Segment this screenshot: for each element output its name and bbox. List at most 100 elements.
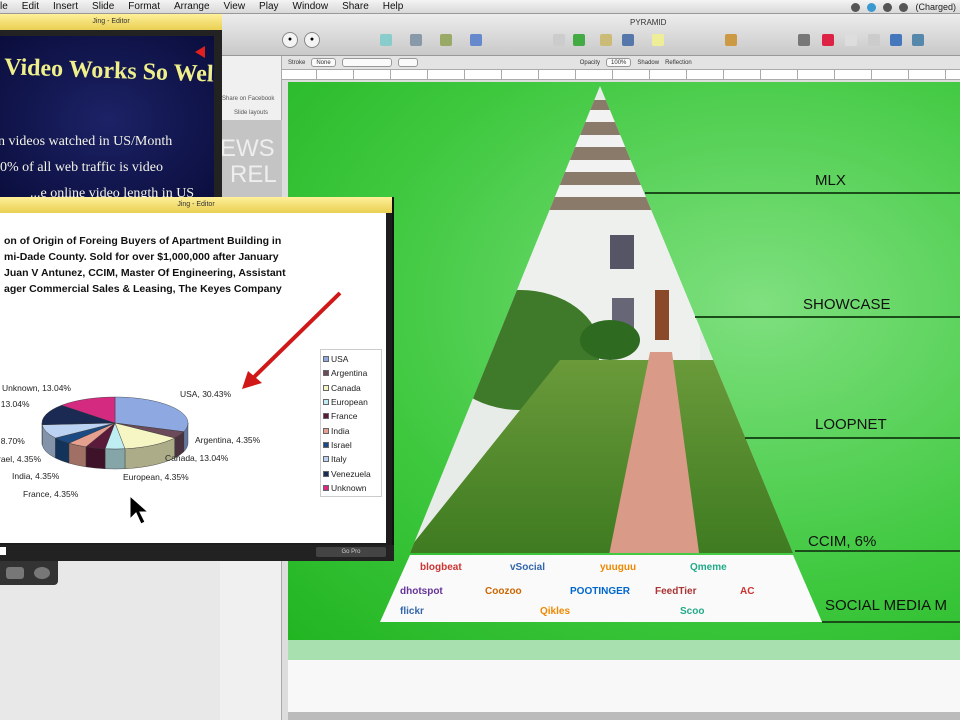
menu-bar: le Edit Insert Slide Format Arrange View Play Wi… xyxy=(0,0,960,14)
colors-icon[interactable] xyxy=(912,34,924,46)
menu-play[interactable]: Play xyxy=(259,1,278,12)
mouse-cursor-icon xyxy=(129,495,150,525)
table-icon[interactable] xyxy=(470,34,482,46)
stroke-select[interactable]: None xyxy=(311,58,336,67)
menu-share[interactable]: Share xyxy=(342,1,369,12)
opacity-label: Opacity xyxy=(579,59,601,66)
sidebar-text[interactable]: Slide layouts xyxy=(234,110,268,116)
charts-icon[interactable] xyxy=(622,34,634,46)
color-swatch[interactable] xyxy=(0,547,6,555)
legend-item: Venezuela xyxy=(323,466,379,480)
shapes-icon[interactable] xyxy=(573,34,585,46)
wifi-icon[interactable] xyxy=(883,2,893,12)
notes-area[interactable] xyxy=(288,660,960,712)
menu-format[interactable]: Format xyxy=(128,1,160,12)
view-icon[interactable] xyxy=(380,34,392,46)
legend-label: Venezuela xyxy=(331,468,371,479)
pyramid-label-social-media: SOCIAL MEDIA M xyxy=(825,597,947,614)
legend-swatch xyxy=(323,413,329,420)
pie-slice-side-france xyxy=(85,446,106,469)
menu-slide[interactable]: Slide xyxy=(92,1,114,12)
data-label: rael, 4.35% xyxy=(0,454,41,464)
data-label: USA, 30.43% xyxy=(180,389,232,399)
thumb-text: EWS xyxy=(220,135,275,162)
back-arrow-icon xyxy=(195,46,205,58)
format-bar: Stroke None Opacity 100% Shadow Reflecti… xyxy=(280,56,960,70)
data-label: , 8.70% xyxy=(0,436,25,446)
jing-bottom-bar: Go Pro xyxy=(0,545,394,561)
shadow-checkbox[interactable]: Shadow xyxy=(637,60,659,66)
data-label: India, 4.35% xyxy=(12,471,60,481)
media-icon[interactable] xyxy=(725,34,737,46)
pyramid-label-loopnet: LOOPNET xyxy=(815,416,887,433)
legend-label: European xyxy=(331,397,368,408)
menu-insert[interactable]: Insert xyxy=(53,1,78,12)
legend-item: Unknown xyxy=(323,481,379,495)
legend-item: Israel xyxy=(323,438,379,452)
horizontal-scrollbar[interactable] xyxy=(288,712,960,720)
comment-icon[interactable] xyxy=(652,34,664,46)
screen-icon[interactable] xyxy=(851,2,861,12)
legend-item: India xyxy=(323,423,379,437)
jing-editor-window: Jing - Editor Video Works So Well n vide… xyxy=(0,14,222,204)
slide-margin xyxy=(288,640,960,660)
legend-label: Italy xyxy=(331,454,347,465)
alpha-icon[interactable] xyxy=(822,34,834,46)
pyramid-label-showcase: SHOWCASE xyxy=(803,296,891,313)
slide-bullet: n videos watched in US/Month xyxy=(0,134,173,149)
data-label: European, 4.35% xyxy=(123,472,189,482)
reflection-checkbox[interactable]: Reflection xyxy=(665,60,692,66)
share-button[interactable] xyxy=(6,567,24,579)
legend-label: Israel xyxy=(331,439,352,450)
window-titlebar[interactable]: Jing - Editor xyxy=(0,14,222,30)
mask-icon[interactable] xyxy=(798,34,810,46)
back-icon[interactable] xyxy=(868,34,880,46)
menu-help[interactable]: Help xyxy=(383,1,404,12)
volume-icon[interactable] xyxy=(899,2,909,12)
pyramid-label-ccim: CCIM, 6% xyxy=(808,533,877,550)
menu-arrange[interactable]: Arrange xyxy=(174,1,210,12)
stroke-label: Stroke xyxy=(288,59,306,66)
chart-legend: USA Argentina Canada European France India Isr… xyxy=(320,349,382,497)
sidebar-text[interactable]: Share on Facebook xyxy=(222,96,274,102)
thumb-text: REL xyxy=(230,161,277,188)
pie-slice-side-european xyxy=(104,448,126,470)
front-icon[interactable] xyxy=(845,34,857,46)
level-divider xyxy=(695,316,960,318)
menu-view[interactable]: View xyxy=(224,1,246,12)
menu-edit[interactable]: Edit xyxy=(22,1,39,12)
window-titlebar[interactable]: Jing - Editor xyxy=(0,197,392,213)
keynote-toolbar: PYRAMID ● ● xyxy=(220,14,960,56)
legend-item: Italy xyxy=(323,452,379,466)
themes-icon[interactable] xyxy=(410,34,422,46)
data-label: , 13.04% xyxy=(0,399,30,409)
legend-swatch xyxy=(323,384,329,391)
globe-icon[interactable] xyxy=(34,567,50,579)
jing-icon[interactable] xyxy=(867,2,877,12)
status-menu: (Charged) xyxy=(851,0,956,14)
slide-heading: Video Works So Well xyxy=(3,54,214,88)
legend-label: Unknown xyxy=(331,482,367,493)
legend-swatch xyxy=(323,484,329,491)
masters-icon[interactable] xyxy=(440,34,452,46)
legend-swatch xyxy=(323,456,329,463)
play-button[interactable]: ● xyxy=(304,32,320,48)
level-divider xyxy=(745,437,960,439)
inspector-icon[interactable] xyxy=(890,34,902,46)
pie-slice-side-india xyxy=(68,442,87,468)
line-width-field[interactable] xyxy=(397,58,418,67)
line-style-select[interactable] xyxy=(341,58,392,67)
legend-item: Argentina xyxy=(323,366,379,380)
battery-status[interactable]: (Charged) xyxy=(915,2,956,12)
textbox-icon[interactable] xyxy=(553,34,565,46)
new-slide-button[interactable]: ● xyxy=(282,32,298,48)
data-label: Unknown, 13.04% xyxy=(2,383,71,393)
legend-label: USA xyxy=(331,354,349,365)
level-divider xyxy=(795,550,960,552)
menu-le[interactable]: le xyxy=(0,1,8,12)
legend-swatch xyxy=(323,470,329,477)
tables-icon[interactable] xyxy=(600,34,612,46)
go-pro-button[interactable]: Go Pro xyxy=(316,547,386,557)
menu-window[interactable]: Window xyxy=(293,1,329,12)
opacity-select[interactable]: 100% xyxy=(606,58,632,67)
